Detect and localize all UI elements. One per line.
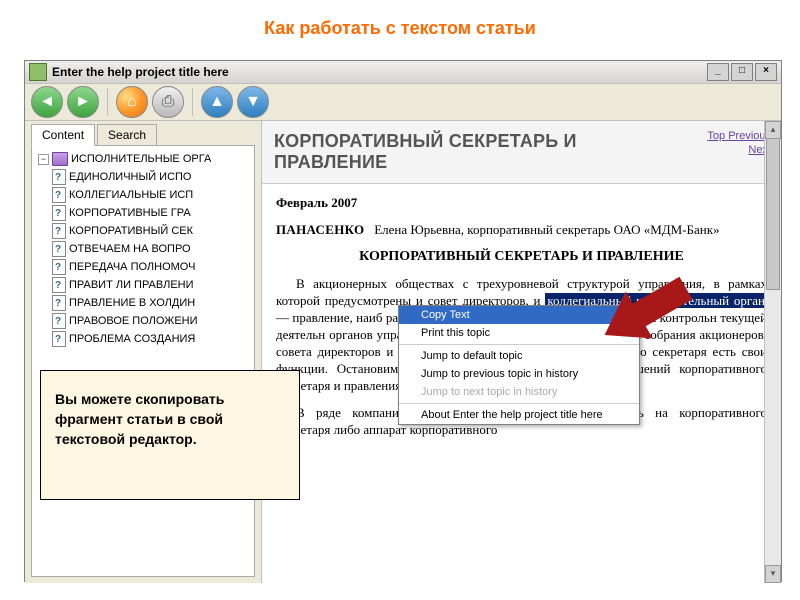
page-icon — [52, 277, 66, 293]
page-icon — [52, 205, 66, 221]
text-run: — правление, наиб — [276, 310, 382, 325]
article-title: КОРПОРАТИВНЫЙ СЕКРЕТАРЬ И ПРАВЛЕНИЕ — [274, 131, 681, 173]
ctx-about[interactable]: About Enter the help project title here — [399, 406, 639, 424]
scroll-thumb[interactable] — [766, 138, 780, 290]
tree-item[interactable]: ЕДИНОЛИЧНЫЙ ИСПО — [34, 168, 252, 186]
tree-item-label: КОЛЛЕГИАЛЬНЫЕ ИСП — [69, 186, 252, 204]
forward-button[interactable]: ► — [67, 86, 99, 118]
tree-item-label: ЕДИНОЛИЧНЫЙ ИСПО — [69, 168, 252, 186]
book-icon — [52, 152, 68, 166]
author-name: ПАНАСЕНКО — [276, 222, 364, 237]
tree-item[interactable]: ОТВЕЧАЕМ НА ВОПРО — [34, 240, 252, 258]
tree-item-label: ПРАВЛЕНИЕ В ХОЛДИН — [69, 294, 252, 312]
app-icon — [29, 63, 47, 81]
topic-tree[interactable]: − ИСПОЛНИТЕЛЬНЫЕ ОРГА ЕДИНОЛИЧНЫЙ ИСПО К… — [31, 145, 255, 577]
tab-search[interactable]: Search — [97, 124, 157, 146]
nav-links: Top Previous Next — [707, 129, 771, 157]
tree-item-label: КОРПОРАТИВНЫЙ СЕК — [69, 222, 252, 240]
page-icon — [52, 223, 66, 239]
close-button[interactable]: × — [755, 63, 777, 81]
link-top[interactable]: Top — [707, 130, 725, 142]
maximize-button[interactable]: □ — [731, 63, 753, 81]
tree-item-label: ОТВЕЧАЕМ НА ВОПРО — [69, 240, 252, 258]
tree-item[interactable]: КОРПОРАТИВНЫЙ СЕК — [34, 222, 252, 240]
down-button[interactable]: ▼ — [237, 86, 269, 118]
tree-parent[interactable]: − ИСПОЛНИТЕЛЬНЫЕ ОРГА — [34, 150, 252, 168]
left-tabs: Content Search — [25, 121, 261, 145]
title-bar: Enter the help project title here _ □ × — [25, 61, 781, 84]
tree-item-label: ПРАВОВОЕ ПОЛОЖЕНИ — [69, 312, 252, 330]
ctx-jump-previous[interactable]: Jump to previous topic in history — [399, 365, 639, 383]
page-icon — [52, 169, 66, 185]
page-icon — [52, 187, 66, 203]
page-icon — [52, 313, 66, 329]
expand-icon[interactable]: − — [38, 154, 49, 165]
toolbar: ◄ ► ⌂ ⎙ ▲ ▼ — [25, 84, 781, 121]
page-icon — [52, 295, 66, 311]
callout-box: Вы можете скопировать фрагмент статьи в … — [40, 370, 300, 500]
up-button[interactable]: ▲ — [201, 86, 233, 118]
page-icon — [52, 331, 66, 347]
page-icon — [52, 241, 66, 257]
tree-item-label: ПРАВИТ ЛИ ПРАВЛЕНИ — [69, 276, 252, 294]
window-controls: _ □ × — [707, 63, 777, 81]
tree-item[interactable]: КОРПОРАТИВНЫЕ ГРА — [34, 204, 252, 222]
callout-text: Вы можете скопировать фрагмент статьи в … — [55, 391, 224, 447]
tree-item-label: ПЕРЕДАЧА ПОЛНОМОЧ — [69, 258, 252, 276]
article-subhead: КОРПОРАТИВНЫЙ СЕКРЕТАРЬ И ПРАВЛЕНИЕ — [276, 248, 767, 265]
left-pane: Content Search − ИСПОЛНИТЕЛЬНЫЕ ОРГА ЕДИ… — [25, 121, 261, 583]
slide-title: Как работать с текстом статьи — [0, 0, 800, 47]
tree-item[interactable]: КОЛЛЕГИАЛЬНЫЕ ИСП — [34, 186, 252, 204]
home-button[interactable]: ⌂ — [116, 86, 148, 118]
article-author: ПАНАСЕНКО Елена Юрьевна, корпоративный с… — [276, 221, 767, 238]
tree-item[interactable]: ПРАВОВОЕ ПОЛОЖЕНИ — [34, 312, 252, 330]
scroll-down-button[interactable]: ▾ — [765, 565, 781, 583]
tree-item[interactable]: ПРАВИТ ЛИ ПРАВЛЕНИ — [34, 276, 252, 294]
tree-item-label: ПРОБЛЕМА СОЗДАНИЯ — [69, 330, 252, 348]
back-button[interactable]: ◄ — [31, 86, 63, 118]
author-role: Елена Юрьевна, корпоративный секретарь О… — [374, 222, 719, 237]
ctx-jump-next: Jump to next topic in history — [399, 383, 639, 401]
ctx-separator — [399, 403, 639, 404]
scroll-up-button[interactable]: ▴ — [765, 121, 781, 139]
tree-item-label: КОРПОРАТИВНЫЕ ГРА — [69, 204, 252, 222]
minimize-button[interactable]: _ — [707, 63, 729, 81]
tree-item[interactable]: ПРОБЛЕМА СОЗДАНИЯ — [34, 330, 252, 348]
tab-content[interactable]: Content — [31, 124, 95, 146]
tree-parent-label: ИСПОЛНИТЕЛЬНЫЕ ОРГА — [71, 150, 252, 168]
toolbar-separator — [107, 88, 108, 116]
toolbar-separator — [192, 88, 193, 116]
tree-item[interactable]: ПРАВЛЕНИЕ В ХОЛДИН — [34, 294, 252, 312]
article-date: Февраль 2007 — [276, 194, 767, 211]
page-icon — [52, 259, 66, 275]
ctx-jump-default[interactable]: Jump to default topic — [399, 347, 639, 365]
ctx-separator — [399, 344, 639, 345]
window-title: Enter the help project title here — [52, 65, 229, 79]
article-header: КОРПОРАТИВНЫЙ СЕКРЕТАРЬ И ПРАВЛЕНИЕ Top … — [262, 121, 781, 184]
print-button[interactable]: ⎙ — [152, 86, 184, 118]
vertical-scrollbar[interactable]: ▴ ▾ — [764, 121, 781, 583]
tree-item[interactable]: ПЕРЕДАЧА ПОЛНОМОЧ — [34, 258, 252, 276]
